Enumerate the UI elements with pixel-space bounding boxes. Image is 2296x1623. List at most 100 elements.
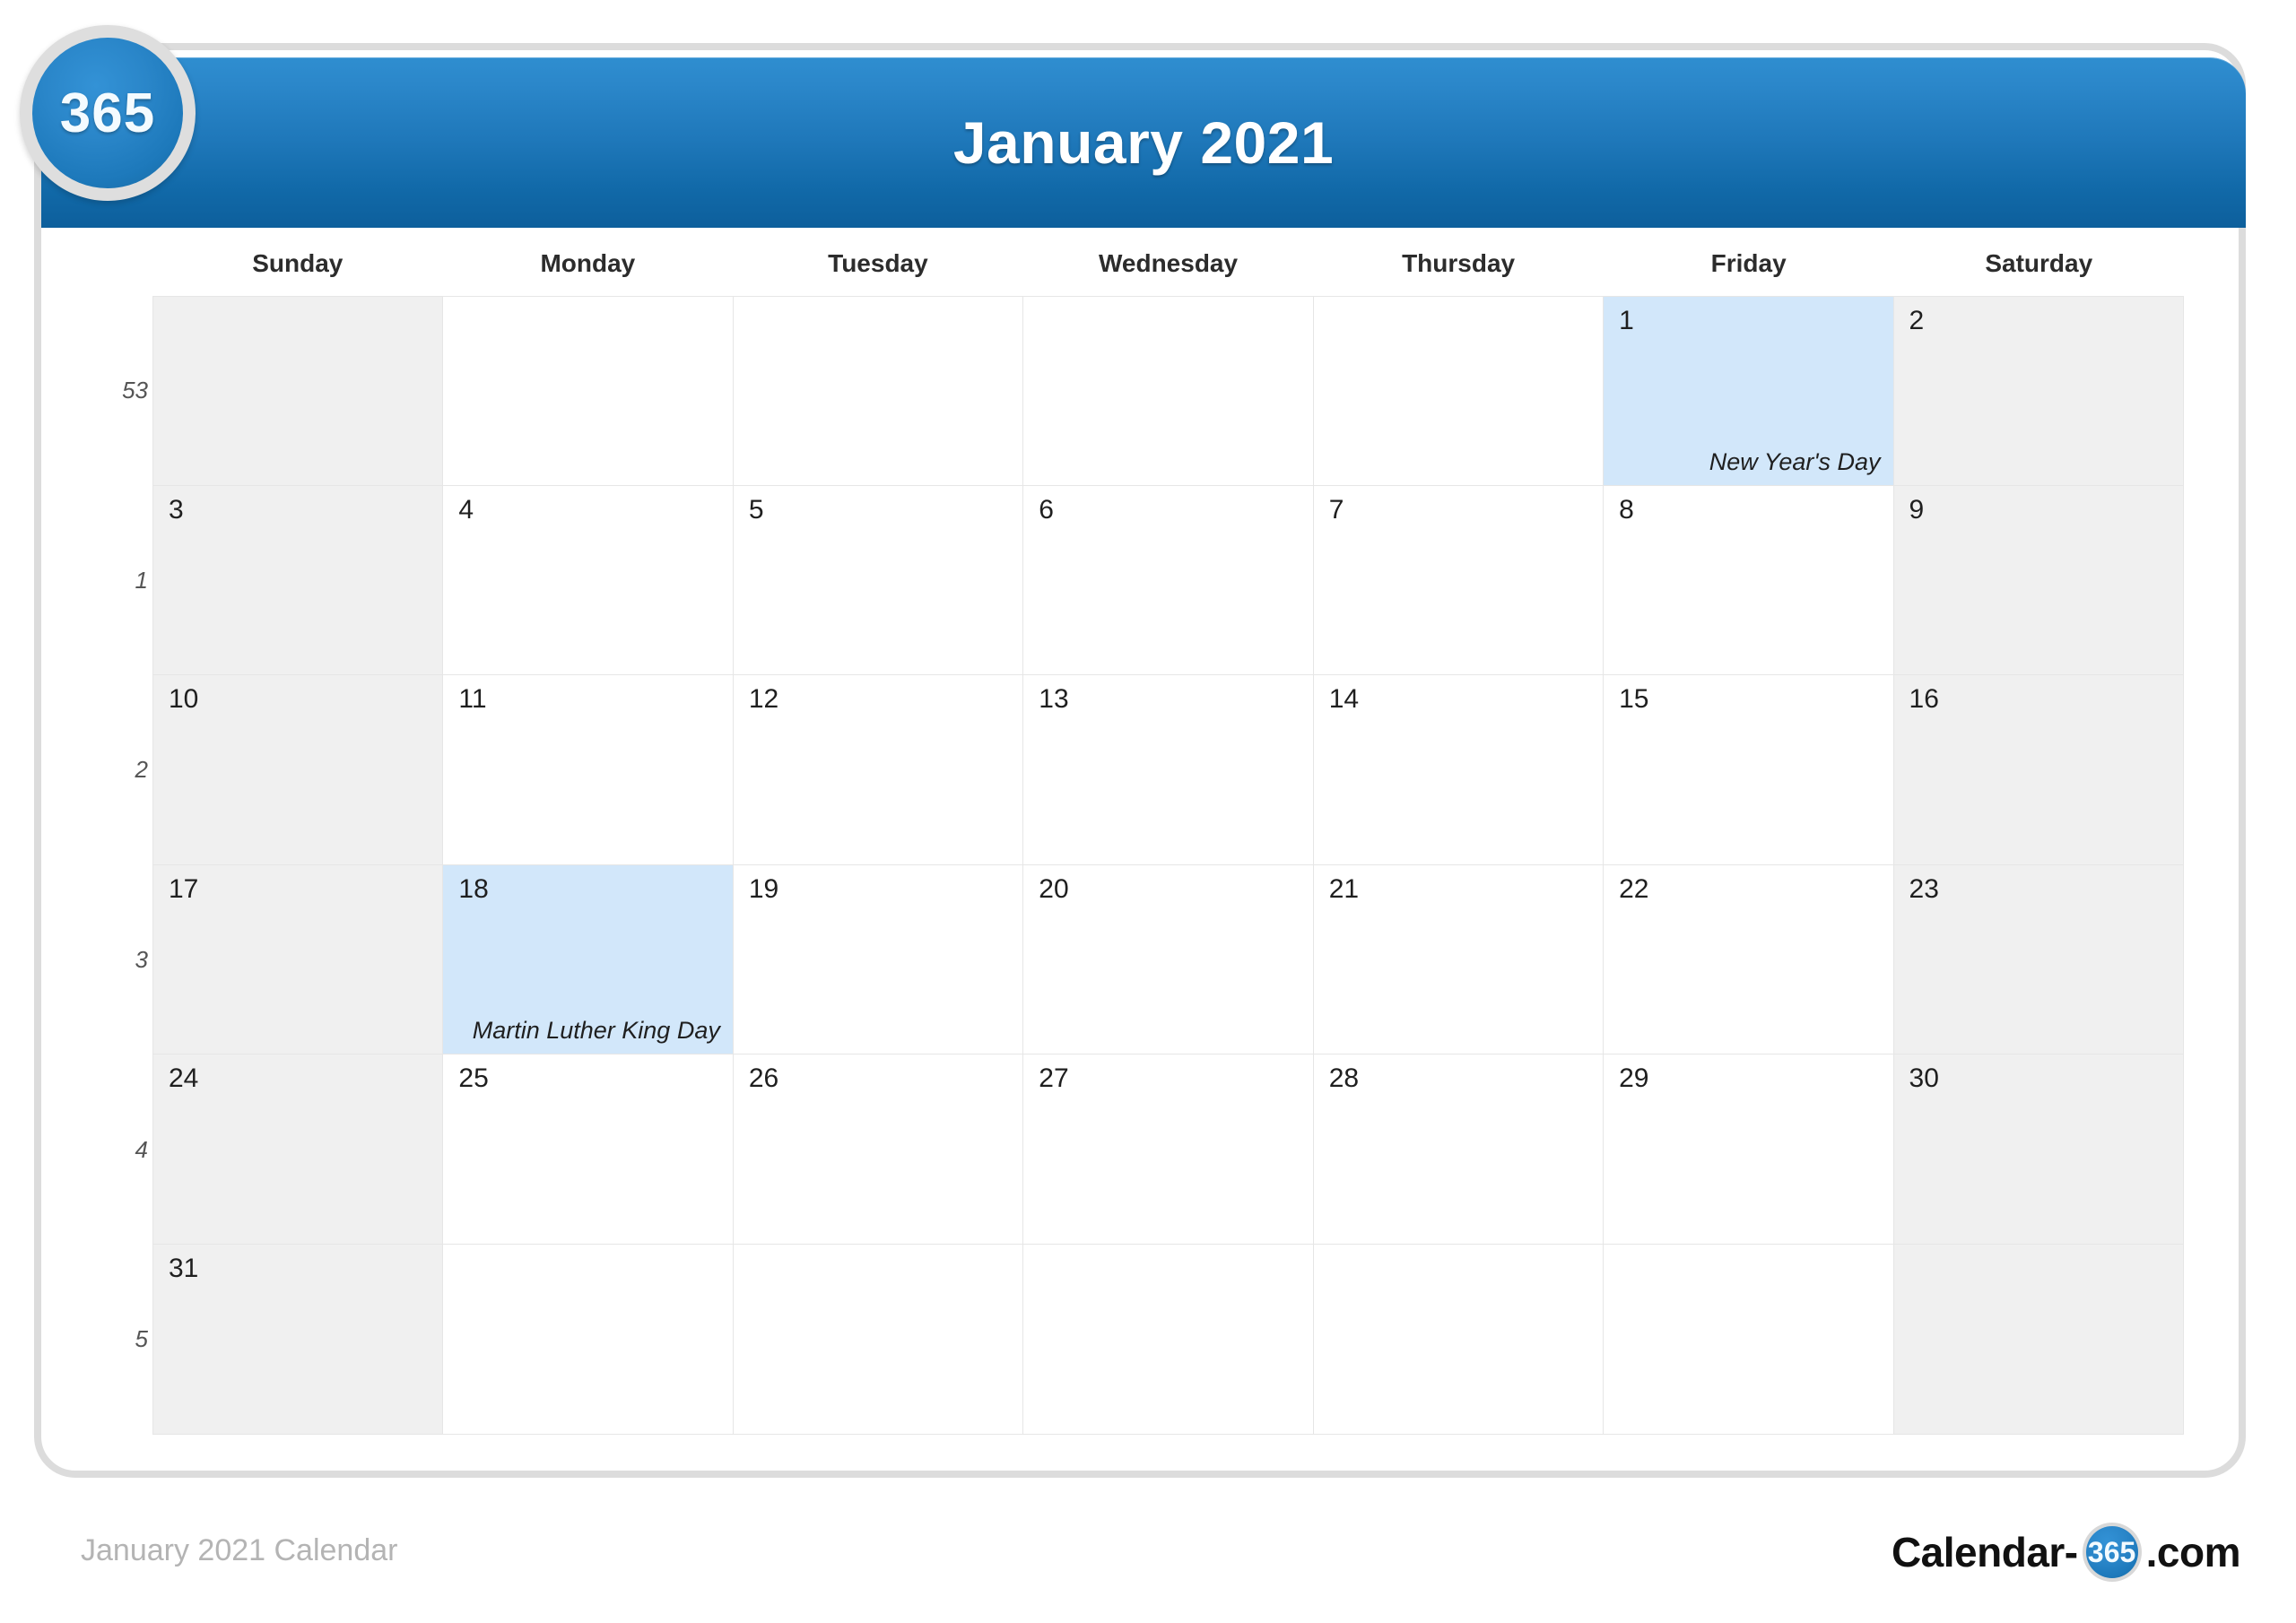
calendar-day-cell[interactable]: 2 <box>1893 296 2184 486</box>
weekday-header-wednesday: Wednesday <box>1098 249 1239 277</box>
weekday-header-friday: Friday <box>1710 249 1787 277</box>
calendar-day-cell[interactable]: 19 <box>733 864 1024 1055</box>
day-number: 15 <box>1619 684 1649 715</box>
calendar-week-row: 3 4 5 6 7 8 9 <box>152 485 2184 676</box>
day-number: 4 <box>458 494 474 525</box>
day-number: 26 <box>748 1063 779 1094</box>
calendar-day-cell[interactable]: 12 <box>733 675 1024 865</box>
day-number: 16 <box>1909 684 1939 715</box>
calendar-day-cell[interactable]: 17 <box>152 864 444 1055</box>
day-number: 24 <box>169 1063 199 1094</box>
calendar-day-cell[interactable]: 21 <box>1313 864 1605 1055</box>
calendar-empty-cell <box>1023 1244 1314 1435</box>
brand-365-badge: 365 <box>20 25 196 201</box>
calendar-week-row: 24 25 26 27 28 29 30 <box>152 1055 2184 1245</box>
calendar-day-cell[interactable]: 20 <box>1023 864 1314 1055</box>
calendar-empty-cell <box>733 1244 1024 1435</box>
calendar-day-cell[interactable]: 11 <box>443 675 734 865</box>
day-number: 9 <box>1909 494 1925 525</box>
day-number: 6 <box>1039 494 1054 525</box>
calendar-day-cell[interactable]: 1 New Year's Day <box>1604 296 1894 486</box>
day-number: 20 <box>1039 873 1069 904</box>
brand-365-badge-inner: 365 <box>32 38 183 188</box>
footer-logo-365-label: 365 <box>2087 1535 2136 1568</box>
calendar-week-row: 1 New Year's Day 2 <box>152 296 2184 486</box>
calendar-empty-cell <box>1893 1244 2184 1435</box>
week-number-gutter: 53 1 2 3 4 5 <box>54 296 148 1435</box>
calendar-day-cell[interactable]: 6 <box>1023 485 1314 676</box>
footer-logo-365-badge: 365 <box>2082 1523 2142 1582</box>
day-number: 18 <box>458 873 489 904</box>
calendar-grid: 1 New Year's Day 2 3 4 5 6 7 8 9 10 11 12 13 14 15 16 17 1… <box>152 296 2184 1435</box>
calendar-empty-cell <box>1604 1244 1894 1435</box>
calendar-day-cell[interactable]: 13 <box>1023 675 1314 865</box>
calendar-day-cell[interactable]: 7 <box>1313 485 1605 676</box>
calendar-day-cell[interactable]: 29 <box>1604 1055 1894 1245</box>
calendar-page: January 2021 365 365 Sunday Monday Tuesd… <box>0 0 2296 1623</box>
day-number: 8 <box>1619 494 1634 525</box>
calendar-day-cell[interactable]: 16 <box>1893 675 2184 865</box>
calendar-empty-cell <box>152 296 444 486</box>
day-number: 30 <box>1909 1063 1939 1094</box>
calendar-day-cell[interactable]: 25 <box>443 1055 734 1245</box>
day-number: 10 <box>169 684 199 715</box>
footer-logo-prefix: Calendar- <box>1891 1529 2078 1575</box>
day-number: 12 <box>748 684 779 715</box>
calendar-day-cell[interactable]: 9 <box>1893 485 2184 676</box>
day-number: 31 <box>169 1253 199 1283</box>
calendar-day-cell[interactable]: 27 <box>1023 1055 1314 1245</box>
calendar-day-cell[interactable]: 10 <box>152 675 444 865</box>
day-number: 19 <box>748 873 779 904</box>
week-number: 1 <box>135 566 148 594</box>
week-number: 5 <box>135 1325 148 1353</box>
calendar-day-cell[interactable]: 26 <box>733 1055 1024 1245</box>
calendar-empty-cell <box>443 296 734 486</box>
calendar-day-cell[interactable]: 14 <box>1313 675 1605 865</box>
weekday-header-monday: Monday <box>540 249 636 277</box>
holiday-label: New Year's Day <box>1709 447 1881 475</box>
day-number: 3 <box>169 494 184 525</box>
week-number: 53 <box>122 377 148 404</box>
day-number: 1 <box>1619 306 1634 335</box>
calendar-day-cell[interactable]: 31 <box>152 1244 444 1435</box>
day-number: 13 <box>1039 684 1069 715</box>
day-number: 11 <box>458 684 487 715</box>
calendar-day-cell[interactable]: 30 <box>1893 1055 2184 1245</box>
calendar-day-cell[interactable]: 8 <box>1604 485 1894 676</box>
footer-logo-365-badge-inner: 365 <box>2085 1526 2138 1578</box>
holiday-label: Martin Luther King Day <box>472 1017 720 1045</box>
day-number: 2 <box>1909 306 1925 335</box>
footer-logo[interactable]: Calendar- 365 .com <box>1891 1523 2241 1582</box>
calendar-day-cell[interactable]: 23 <box>1893 864 2184 1055</box>
weekday-header-saturday: Saturday <box>1985 249 2093 277</box>
page-title: January 2021 <box>952 109 1335 176</box>
day-number: 28 <box>1328 1063 1360 1094</box>
day-number: 14 <box>1328 684 1360 715</box>
week-number: 3 <box>135 946 148 974</box>
weekday-header-thursday: Thursday <box>1402 249 1516 277</box>
calendar-day-cell[interactable]: 3 <box>152 485 444 676</box>
day-number: 22 <box>1619 873 1649 904</box>
day-number: 29 <box>1619 1063 1649 1094</box>
calendar-empty-cell <box>443 1244 734 1435</box>
calendar-titlebar: January 2021 <box>41 57 2246 228</box>
brand-365-badge-label: 365 <box>59 82 156 144</box>
day-number: 7 <box>1328 494 1344 525</box>
calendar-day-cell[interactable]: 5 <box>733 485 1024 676</box>
calendar-day-cell[interactable]: 4 <box>443 485 734 676</box>
weekday-header-tuesday: Tuesday <box>828 249 928 277</box>
day-number: 5 <box>748 494 764 525</box>
calendar-day-cell[interactable]: 24 <box>152 1055 444 1245</box>
calendar-day-cell[interactable]: 28 <box>1313 1055 1605 1245</box>
calendar-week-row: 31 <box>152 1244 2184 1435</box>
footer-logo-suffix: .com <box>2145 1529 2241 1575</box>
calendar-empty-cell <box>1023 296 1314 486</box>
calendar-day-cell[interactable]: 18 Martin Luther King Day <box>443 864 734 1055</box>
calendar-day-cell[interactable]: 15 <box>1604 675 1894 865</box>
weekday-header-sunday: Sunday <box>252 249 344 277</box>
weekday-header-row: Sunday Monday Tuesday Wednesday Thursday… <box>152 249 2184 296</box>
calendar-week-row: 17 18 Martin Luther King Day 19 20 21 22 23 <box>152 864 2184 1055</box>
calendar-day-cell[interactable]: 22 <box>1604 864 1894 1055</box>
day-number: 23 <box>1909 873 1939 904</box>
calendar-empty-cell <box>1313 296 1605 486</box>
